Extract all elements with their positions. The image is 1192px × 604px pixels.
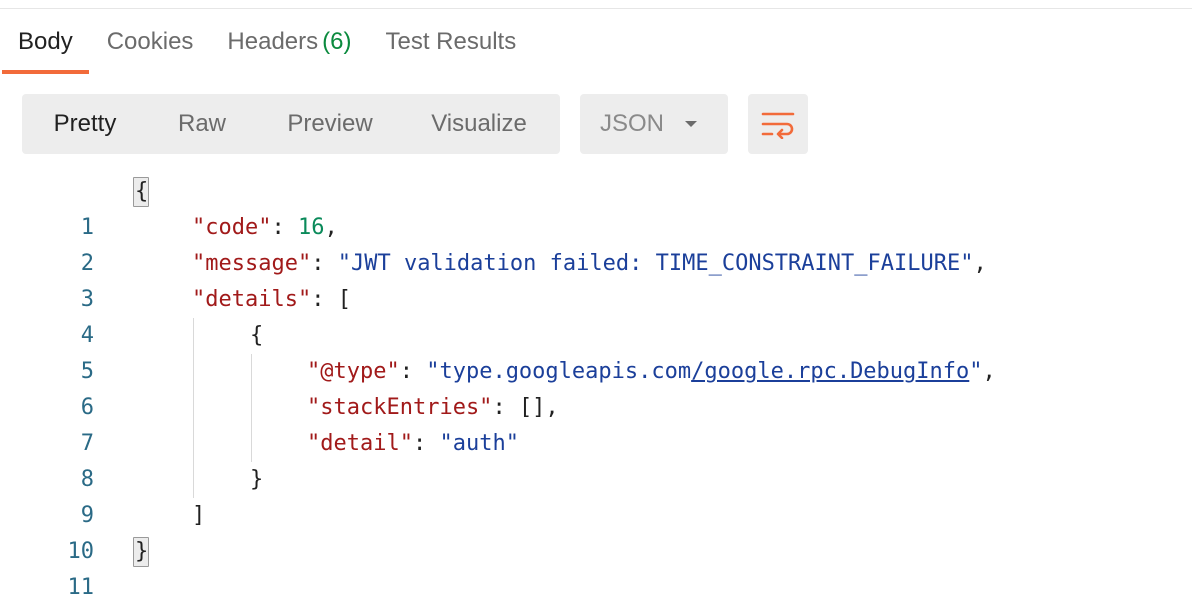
- json-separator: :: [271, 215, 298, 240]
- chevron-down-icon: [685, 121, 697, 127]
- json-string: "auth": [439, 431, 519, 456]
- response-pane: Body Cookies Headers (6) Test Results Pre…: [0, 0, 1192, 604]
- response-tabs: Body Cookies Headers (6) Test Results: [0, 22, 1192, 74]
- wrap-lines-button[interactable]: [748, 94, 808, 154]
- json-key: "message": [192, 251, 312, 276]
- code-text: }: [250, 467, 264, 492]
- code-line: 7 "stackEntries": [],: [0, 390, 1192, 456]
- json-separator: :: [311, 251, 338, 276]
- line-number: 11: [67, 575, 95, 600]
- json-separator: :: [412, 431, 440, 456]
- wrap-lines-icon: [761, 112, 795, 139]
- tab-test-results[interactable]: Test Results: [367, 22, 532, 74]
- json-key: "@type": [307, 359, 400, 384]
- code-line: 2 "code": 16,: [0, 210, 1192, 276]
- code-line: 11 }: [0, 534, 1192, 600]
- code-line: 8 "detail": "auth": [0, 426, 1192, 492]
- code-line: 6 "@type": "type.googleapis.com/google.r…: [0, 354, 1192, 420]
- view-raw-button[interactable]: Raw: [148, 94, 256, 154]
- json-number: 16: [297, 215, 325, 240]
- json-punctuation: ,: [973, 251, 987, 276]
- code-text: ]: [192, 503, 206, 528]
- json-key: "detail": [307, 431, 413, 456]
- code-text: }: [135, 539, 149, 564]
- tab-body-label: Body: [18, 28, 73, 55]
- json-key: "stackEntries": [307, 395, 493, 420]
- json-key: "details": [192, 287, 312, 312]
- json-string-link[interactable]: /google.rpc.DebugInfo: [691, 359, 969, 384]
- json-punctuation: [: [337, 287, 351, 312]
- code-line: 9 }: [0, 462, 1192, 528]
- json-punctuation: ,: [324, 215, 338, 240]
- json-code-viewer[interactable]: 1 { 2 "code": 16, 3 "message": "JWT vali…: [0, 174, 1192, 600]
- json-punctuation: [],: [518, 395, 559, 420]
- tab-cookies-label: Cookies: [106, 28, 194, 55]
- tab-body[interactable]: Body: [0, 22, 89, 74]
- language-select[interactable]: JSON: [580, 94, 728, 154]
- json-separator: :: [311, 287, 338, 312]
- code-line: 3 "message": "JWT validation failed: TIM…: [0, 246, 1192, 312]
- code-line: 5 {: [0, 318, 1192, 384]
- code-text: {: [135, 179, 149, 204]
- headers-count-badge: (6): [322, 28, 352, 55]
- tab-headers-label: Headers: [227, 28, 319, 55]
- view-preview-button[interactable]: Preview: [256, 94, 404, 154]
- code-line: 10 ]: [0, 498, 1192, 564]
- tab-headers[interactable]: Headers (6): [209, 22, 367, 74]
- json-string: "JWT validation failed: TIME_CONSTRAINT_…: [337, 251, 974, 276]
- json-key: "code": [192, 215, 272, 240]
- json-string: "type.googleapis.com: [426, 359, 692, 384]
- code-text: {: [250, 323, 264, 348]
- json-separator: :: [399, 359, 427, 384]
- code-line: 1 {: [0, 174, 1192, 240]
- language-select-value: JSON: [600, 110, 665, 137]
- json-string: ": [969, 359, 983, 384]
- view-visualize-button[interactable]: Visualize: [404, 94, 554, 154]
- json-punctuation: ,: [982, 359, 996, 384]
- tab-cookies[interactable]: Cookies: [89, 22, 210, 74]
- tab-test-results-label: Test Results: [385, 28, 517, 55]
- view-mode-group: Pretty Raw Preview Visualize: [22, 94, 560, 154]
- divider: [0, 8, 1192, 9]
- json-separator: :: [492, 395, 519, 420]
- view-pretty-button[interactable]: Pretty: [22, 94, 148, 154]
- code-line: 4 "details": [: [0, 282, 1192, 348]
